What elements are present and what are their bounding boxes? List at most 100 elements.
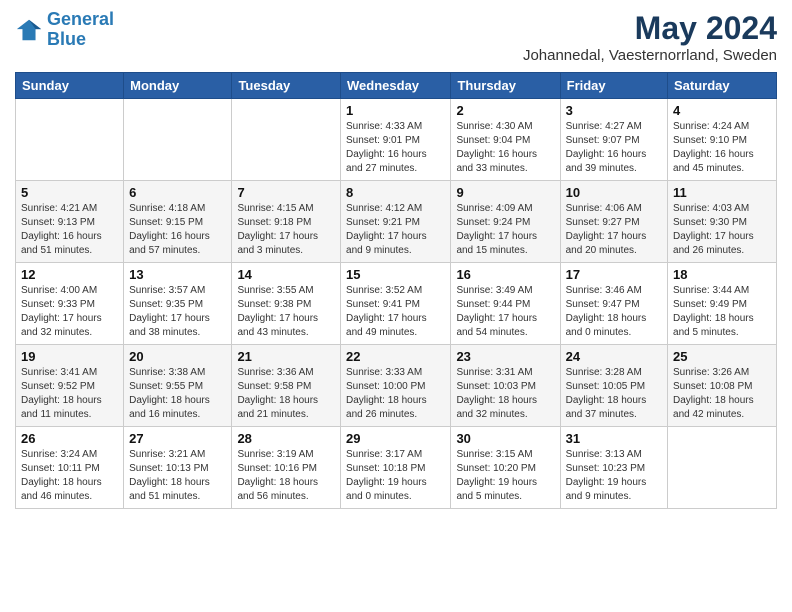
cell-info: Sunrise: 4:18 AM Sunset: 9:15 PM Dayligh… (129, 202, 226, 258)
calendar-cell: 29Sunrise: 3:17 AM Sunset: 10:18 PM Dayl… (341, 427, 451, 509)
cell-info: Sunrise: 3:57 AM Sunset: 9:35 PM Dayligh… (129, 284, 226, 340)
cell-info: Sunrise: 3:19 AM Sunset: 10:16 PM Daylig… (237, 448, 335, 504)
calendar-cell: 26Sunrise: 3:24 AM Sunset: 10:11 PM Dayl… (16, 427, 124, 509)
day-number: 8 (346, 185, 445, 200)
day-number: 7 (237, 185, 335, 200)
cell-info: Sunrise: 3:15 AM Sunset: 10:20 PM Daylig… (456, 448, 554, 504)
calendar-cell: 11Sunrise: 4:03 AM Sunset: 9:30 PM Dayli… (668, 181, 777, 263)
cell-info: Sunrise: 4:30 AM Sunset: 9:04 PM Dayligh… (456, 120, 554, 176)
calendar-cell: 10Sunrise: 4:06 AM Sunset: 9:27 PM Dayli… (560, 181, 667, 263)
cell-info: Sunrise: 3:41 AM Sunset: 9:52 PM Dayligh… (21, 366, 118, 422)
calendar-cell: 19 Sunrise: 3:41 AM Sunset: 9:52 PM Dayli… (16, 345, 124, 427)
cell-info: Sunrise: 3:36 AM Sunset: 9:58 PM Dayligh… (237, 366, 335, 422)
day-number: 6 (129, 185, 226, 200)
day-number: 30 (456, 431, 554, 446)
calendar-cell: 1Sunrise: 4:33 AM Sunset: 9:01 PM Daylig… (341, 99, 451, 181)
day-number: 22 (346, 349, 445, 364)
calendar-cell: 28 Sunrise: 3:19 AM Sunset: 10:16 PM Dayl… (232, 427, 341, 509)
day-number: 19 (21, 349, 118, 364)
logo-icon (15, 16, 43, 44)
cell-info: Sunrise: 3:44 AM Sunset: 9:49 PM Dayligh… (673, 284, 771, 340)
title-block: May 2024 Johannedal, Vaesternorrland, Sw… (523, 10, 777, 64)
day-number: 31 (566, 431, 662, 446)
calendar-cell: 18 Sunrise: 3:44 AM Sunset: 9:49 PM Dayli… (668, 263, 777, 345)
day-number: 27 (129, 431, 226, 446)
cell-info: Sunrise: 4:09 AM Sunset: 9:24 PM Dayligh… (456, 202, 554, 258)
day-number: 18 (673, 267, 771, 282)
calendar-cell: 27 Sunrise: 3:21 AM Sunset: 10:13 PM Dayl… (124, 427, 232, 509)
calendar-week-row: 12Sunrise: 4:00 AM Sunset: 9:33 PM Dayli… (16, 263, 777, 345)
calendar-cell: 17Sunrise: 3:46 AM Sunset: 9:47 PM Dayli… (560, 263, 667, 345)
cell-info: Sunrise: 3:46 AM Sunset: 9:47 PM Dayligh… (566, 284, 662, 340)
calendar-week-row: 1Sunrise: 4:33 AM Sunset: 9:01 PM Daylig… (16, 99, 777, 181)
day-number: 20 (129, 349, 226, 364)
cell-info: Sunrise: 3:31 AM Sunset: 10:03 PM Daylig… (456, 366, 554, 422)
day-number: 28 (237, 431, 335, 446)
day-number: 25 (673, 349, 771, 364)
day-number: 26 (21, 431, 118, 446)
calendar-cell: 3 Sunrise: 4:27 AM Sunset: 9:07 PM Daylig… (560, 99, 667, 181)
calendar-cell: 9 Sunrise: 4:09 AM Sunset: 9:24 PM Daylig… (451, 181, 560, 263)
weekday-header: Saturday (668, 73, 777, 99)
calendar-cell (668, 427, 777, 509)
cell-info: Sunrise: 3:26 AM Sunset: 10:08 PM Daylig… (673, 366, 771, 422)
day-number: 15 (346, 267, 445, 282)
day-number: 24 (566, 349, 662, 364)
logo-text: General Blue (47, 10, 114, 50)
calendar-cell: 24 Sunrise: 3:28 AM Sunset: 10:05 PM Dayl… (560, 345, 667, 427)
calendar-cell: 6 Sunrise: 4:18 AM Sunset: 9:15 PM Daylig… (124, 181, 232, 263)
location-title: Johannedal, Vaesternorrland, Sweden (523, 47, 777, 64)
day-number: 1 (346, 103, 445, 118)
calendar-week-row: 5 Sunrise: 4:21 AM Sunset: 9:13 PM Daylig… (16, 181, 777, 263)
cell-info: Sunrise: 3:49 AM Sunset: 9:44 PM Dayligh… (456, 284, 554, 340)
calendar-cell (124, 99, 232, 181)
cell-info: Sunrise: 4:24 AM Sunset: 9:10 PM Dayligh… (673, 120, 771, 176)
cell-info: Sunrise: 3:38 AM Sunset: 9:55 PM Dayligh… (129, 366, 226, 422)
cell-info: Sunrise: 4:21 AM Sunset: 9:13 PM Dayligh… (21, 202, 118, 258)
day-number: 11 (673, 185, 771, 200)
weekday-header: Friday (560, 73, 667, 99)
calendar-cell: 2Sunrise: 4:30 AM Sunset: 9:04 PM Daylig… (451, 99, 560, 181)
calendar-cell: 22Sunrise: 3:33 AM Sunset: 10:00 PM Dayl… (341, 345, 451, 427)
calendar-cell: 12Sunrise: 4:00 AM Sunset: 9:33 PM Dayli… (16, 263, 124, 345)
calendar-cell: 8 Sunrise: 4:12 AM Sunset: 9:21 PM Daylig… (341, 181, 451, 263)
cell-info: Sunrise: 4:06 AM Sunset: 9:27 PM Dayligh… (566, 202, 662, 258)
calendar-cell: 5 Sunrise: 4:21 AM Sunset: 9:13 PM Daylig… (16, 181, 124, 263)
logo: General Blue (15, 10, 114, 50)
weekday-header: Thursday (451, 73, 560, 99)
calendar-cell: 25 Sunrise: 3:26 AM Sunset: 10:08 PM Dayl… (668, 345, 777, 427)
day-number: 21 (237, 349, 335, 364)
weekday-header: Sunday (16, 73, 124, 99)
day-number: 14 (237, 267, 335, 282)
calendar-week-row: 19 Sunrise: 3:41 AM Sunset: 9:52 PM Dayli… (16, 345, 777, 427)
day-number: 3 (566, 103, 662, 118)
cell-info: Sunrise: 3:55 AM Sunset: 9:38 PM Dayligh… (237, 284, 335, 340)
calendar-cell: 31 Sunrise: 3:13 AM Sunset: 10:23 PM Dayl… (560, 427, 667, 509)
calendar-cell: 30 Sunrise: 3:15 AM Sunset: 10:20 PM Dayl… (451, 427, 560, 509)
calendar-header-row: SundayMondayTuesdayWednesdayThursdayFrid… (16, 73, 777, 99)
weekday-header: Wednesday (341, 73, 451, 99)
day-number: 4 (673, 103, 771, 118)
cell-info: Sunrise: 4:12 AM Sunset: 9:21 PM Dayligh… (346, 202, 445, 258)
cell-info: Sunrise: 4:27 AM Sunset: 9:07 PM Dayligh… (566, 120, 662, 176)
calendar-cell: 16 Sunrise: 3:49 AM Sunset: 9:44 PM Dayli… (451, 263, 560, 345)
weekday-header: Tuesday (232, 73, 341, 99)
cell-info: Sunrise: 4:15 AM Sunset: 9:18 PM Dayligh… (237, 202, 335, 258)
calendar-cell: 4 Sunrise: 4:24 AM Sunset: 9:10 PM Daylig… (668, 99, 777, 181)
day-number: 5 (21, 185, 118, 200)
day-number: 29 (346, 431, 445, 446)
calendar-cell: 23 Sunrise: 3:31 AM Sunset: 10:03 PM Dayl… (451, 345, 560, 427)
cell-info: Sunrise: 3:28 AM Sunset: 10:05 PM Daylig… (566, 366, 662, 422)
calendar-cell: 21 Sunrise: 3:36 AM Sunset: 9:58 PM Dayli… (232, 345, 341, 427)
page-header: General Blue May 2024 Johannedal, Vaeste… (15, 10, 777, 64)
cell-info: Sunrise: 3:52 AM Sunset: 9:41 PM Dayligh… (346, 284, 445, 340)
day-number: 13 (129, 267, 226, 282)
cell-info: Sunrise: 3:13 AM Sunset: 10:23 PM Daylig… (566, 448, 662, 504)
day-number: 9 (456, 185, 554, 200)
cell-info: Sunrise: 3:21 AM Sunset: 10:13 PM Daylig… (129, 448, 226, 504)
day-number: 16 (456, 267, 554, 282)
calendar-cell (232, 99, 341, 181)
day-number: 12 (21, 267, 118, 282)
day-number: 23 (456, 349, 554, 364)
calendar-cell (16, 99, 124, 181)
